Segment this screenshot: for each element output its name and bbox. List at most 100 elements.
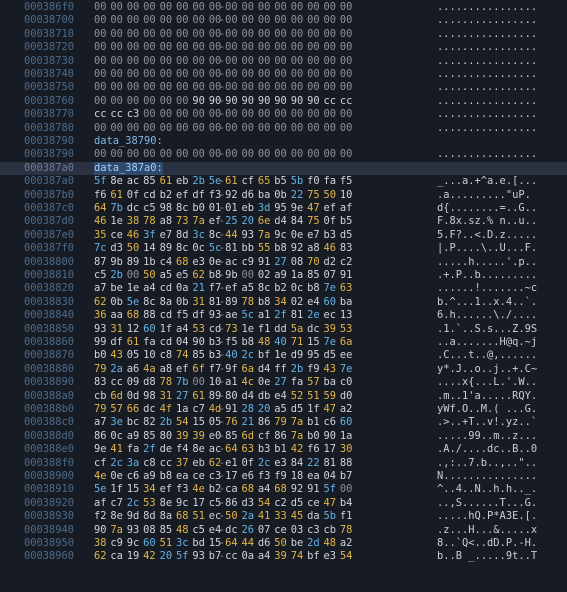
ascii-column: |.P....\..U...F.: [437, 242, 538, 255]
hex-bytes[interactable]: 5e 1f 15 34 ef f3 4e b2- ca 68 a4 68 92 91 5f 00: [94, 483, 356, 496]
hex-row[interactable]: 00038710 00 00 00 00 00 00 00 00-00 00 00 00 00 00 00 0…: [0, 28, 567, 41]
hex-bytes[interactable]: 5f 8e ac 85 61 eb 2b 5e -61 cf 65 b5 5b f0 fa f5: [94, 175, 356, 188]
hex-bytes[interactable]: 00 00 00 00 00 00 00 00-00 00 00 00 00 00 00 00: [94, 41, 356, 54]
hex-row[interactable]: 00038840 36 aa 68 88 cd f5 df 93- ae 5c a1 2f 81 2e ec 1…: [0, 309, 567, 322]
hex-row[interactable]: 00038890 83 cc 09 d8 78 7b 00 10- a1 4c 0e 27 fa 57 ba c…: [0, 376, 567, 389]
data-label[interactable]: data_38790:: [94, 135, 163, 148]
row-address: 000387f0: [24, 242, 75, 255]
hex-bytes[interactable]: 38 c9 9c 60 51 3c bd 15-64 44 d6 50 be 2d 48 a2: [94, 537, 356, 550]
hex-bytes[interactable]: 87 9b 89 1b c4 68 e3 0e - ac c9 91 27 08 70 d2 c2: [94, 256, 356, 269]
ascii-column: .>..+T..v!.yz..`: [437, 416, 538, 429]
hex-row[interactable]: 000387e0 35 ce 46 3f e7 8d 3c 8c -44 93 7a 9c 0e e7 b3 d…: [0, 229, 567, 242]
hex-row[interactable]: 00038760 00 00 00 00 00 00 90 90-90 90 90 90 90 90 cc c…: [0, 95, 567, 108]
ascii-column: ................: [437, 94, 538, 107]
hex-row[interactable]: 000387f0 7c d3 50 14 89 8c 0c 5c -81 bb 55 b8 92 a8 46 8…: [0, 242, 567, 255]
hex-bytes[interactable]: cc cc c3 00 00 00 00 00-00 00 00 00 00 00 00 00: [94, 108, 356, 121]
row-address: 00038870: [24, 349, 75, 362]
hex-bytes[interactable]: 00 00 00 00 00 00 00 00-00 00 00 00 00 00 00 00: [94, 148, 356, 161]
hex-bytes[interactable]: 93 31 12 60 1f a4 53 cd -73 1e f1 dd 5a dc 39 53: [94, 323, 356, 336]
hex-bytes[interactable]: 46 1e 38 78 a8 73 7a ef -25 20 6e d4 84 75 0f b5: [94, 215, 356, 228]
hex-bytes[interactable]: 90 7a 93 08 85 48 c5 e4- dc 26 07 ce 03 c3 cb 78: [94, 524, 356, 537]
hex-row[interactable]: 00038940 90 7a 93 08 85 48 c5 e4- dc 26 07 ce 03 c3 cb 7…: [0, 524, 567, 537]
row-address: 000387e0: [24, 228, 75, 241]
hex-bytes[interactable]: 00 00 00 00 00 00 00 00-00 00 00 00 00 00 00 00: [94, 68, 356, 81]
hex-row[interactable]: 000388b0 79 57 66 dc 4f 1a c7 4d -91 28 20 a5 d5 1f 47 a…: [0, 403, 567, 416]
hex-bytes[interactable]: 83 cc 09 d8 78 7b 00 10- a1 4c 0e 27 fa 57 ba c0: [94, 376, 356, 389]
hex-row[interactable]: 00038960 62 ca 19 42 20 5f 93 b7- cc 0a a4 39 74 bf e3 5…: [0, 550, 567, 563]
hex-row[interactable]: 00038810 c5 2b 00 50 a5 e5 62 b8-9b 00 02 a9 1a 85 07 9…: [0, 269, 567, 282]
hex-bytes[interactable]: a7 be 1e a4 cd 0a 21 f7- ef a5 8c b2 0c b8 7e 63: [94, 282, 356, 295]
hex-row[interactable]: 000388c0 a7 3e bc 82 2b 54 15 05-76 21 86 79 7a b1 c6 6…: [0, 416, 567, 429]
data-label[interactable]: data_387a0:: [94, 161, 163, 176]
row-address: 00038730: [24, 54, 75, 67]
hex-bytes[interactable]: af c7 2c 53 8e 9c 17 c5-86 d3 54 c2 d5 ce 47 b4: [94, 497, 356, 510]
hex-row[interactable]: 00038920 af c7 2c 53 8e 9c 17 c5-86 d3 54 c2 d5 ce 47 b…: [0, 497, 567, 510]
hex-bytes[interactable]: 00 00 00 00 00 00 00 00-00 00 00 00 00 00 00 00: [94, 14, 356, 27]
hex-bytes[interactable]: f2 8e 9d 8d 8a 68 51 ec -50 2a 41 33 45 da 5b f1: [94, 510, 356, 523]
hex-bytes[interactable]: 36 aa 68 88 cd f5 df 93- ae 5c a1 2f 81 2e ec 13: [94, 309, 356, 322]
hex-row[interactable]: 00038880 79 2a a6 4a a8 ef 6f f7-9f 6a d4 ff 2b f9 43 7…: [0, 363, 567, 376]
row-address: 000388c0: [24, 416, 75, 429]
hex-row[interactable]: 00038900 4e 0e c6 a9 b8 ea ce c3-17 e6 f3 f9 18 ea 04 b…: [0, 470, 567, 483]
hex-row[interactable]: 000386f0 00 00 00 00 00 00 00 00-00 00 00 00 00 00 00 0…: [0, 1, 567, 14]
hex-row[interactable]: 00038860 99 df 61 fa cd 04 90 b3- f5 b8 48 40 71 15 7e 6…: [0, 336, 567, 349]
row-address: 00038810: [24, 269, 75, 281]
hex-row[interactable]: 000388a0 cb 6d 0d 98 31 27 61 89-80 d4 db e4 52 51 59 d…: [0, 390, 567, 403]
label-row[interactable]: 000387a0 data_387a0:: [0, 161, 567, 176]
row-address: 00038790: [24, 135, 75, 147]
hex-row[interactable]: 00038770 cc cc c3 00 00 00 00 00-00 00 00 00 00 00 00 0…: [0, 108, 567, 121]
hex-row[interactable]: 00038800 87 9b 89 1b c4 68 e3 0e - ac c9 91 27 08 70 d2 c…: [0, 256, 567, 269]
hex-row[interactable]: 00038720 00 00 00 00 00 00 00 00-00 00 00 00 00 00 00 0…: [0, 41, 567, 54]
hex-row[interactable]: 00038780 00 00 00 00 00 00 00 00-00 00 00 00 00 00 00 0…: [0, 122, 567, 135]
hex-bytes[interactable]: 00 00 00 00 00 00 00 00-00 00 00 00 00 00 00 00: [94, 81, 356, 94]
hex-row[interactable]: 000387a0 5f 8e ac 85 61 eb 2b 5e -61 cf 65 b5 5b f0 fa f…: [0, 175, 567, 188]
hex-bytes[interactable]: a7 3e bc 82 2b 54 15 05-76 21 86 79 7a b1 c6 60: [94, 416, 356, 429]
hex-bytes[interactable]: 00 00 00 00 00 00 00 00-00 00 00 00 00 00 00 00: [94, 28, 356, 41]
hex-bytes[interactable]: 79 57 66 dc 4f 1a c7 4d -91 28 20 a5 d5 1f 47 a2: [94, 403, 356, 416]
hex-row[interactable]: 00038790 00 00 00 00 00 00 00 00-00 00 00 00 00 00 00 0…: [0, 148, 567, 161]
hex-bytes[interactable]: 00 00 00 00 00 00 00 00-00 00 00 00 00 00 00 00: [94, 55, 356, 68]
hex-bytes[interactable]: 00 00 00 00 00 00 00 00-00 00 00 00 00 00 00 00: [94, 122, 356, 135]
row-address: 00038780: [24, 121, 75, 134]
hex-bytes[interactable]: cf 2c 3a c8 cc 37 eb 62- e1 0f 2c e3 84 22 81 88: [94, 457, 356, 470]
label-row[interactable]: 00038790 data_38790:: [0, 135, 567, 148]
hex-row[interactable]: 00038740 00 00 00 00 00 00 00 00-00 00 00 00 00 00 00 0…: [0, 68, 567, 81]
hex-row[interactable]: 000388e0 9e 41 fa 2f de f4 8e ac -64 63 b3 b1 42 f6 17 3…: [0, 443, 567, 456]
hex-view[interactable]: 000386f0 00 00 00 00 00 00 00 00-00 00 00 00 00 00 00 0…: [0, 0, 567, 592]
hex-row[interactable]: 00038820 a7 be 1e a4 cd 0a 21 f7- ef a5 8c b2 0c b8 7e 6…: [0, 282, 567, 295]
hex-bytes[interactable]: c5 2b 00 50 a5 e5 62 b8-9b 00 02 a9 1a 85 07 91: [94, 269, 356, 282]
hex-bytes[interactable]: 9e 41 fa 2f de f4 8e ac -64 63 b3 b1 42 f6 17 30: [94, 443, 356, 456]
row-address: 00038890: [24, 376, 75, 389]
hex-bytes[interactable]: 4e 0e c6 a9 b8 ea ce c3-17 e6 f3 f9 18 ea 04 b7: [94, 470, 356, 483]
hex-row[interactable]: 000388f0 cf 2c 3a c8 cc 37 eb 62- e1 0f 2c e3 84 22 81 8…: [0, 457, 567, 470]
hex-row[interactable]: 000387b0 f6 61 0f cd b2 ef df f3-92 d6 ba 0b 22 75 50 1…: [0, 189, 567, 202]
hex-row[interactable]: 00038730 00 00 00 00 00 00 00 00-00 00 00 00 00 00 00 0…: [0, 55, 567, 68]
hex-row[interactable]: 00038870 b0 43 05 10 c8 74 85 b3-40 2c bf 1e d9 95 d5 e…: [0, 349, 567, 362]
hex-row[interactable]: 00038950 38 c9 9c 60 51 3c bd 15-64 44 d6 50 be 2d 48 a…: [0, 537, 567, 550]
hex-row[interactable]: 000387d0 46 1e 38 78 a8 73 7a ef -25 20 6e d4 84 75 0f b…: [0, 215, 567, 228]
hex-row[interactable]: 00038700 00 00 00 00 00 00 00 00-00 00 00 00 00 00 00 0…: [0, 14, 567, 27]
hex-bytes[interactable]: 64 7b dc c5 98 8c b0 01-01 eb 3d 95 9e 47 ef af: [94, 202, 356, 215]
hex-bytes[interactable]: b0 43 05 10 c8 74 85 b3-40 2c bf 1e d9 95 d5 ee: [94, 349, 356, 362]
hex-row[interactable]: 00038850 93 31 12 60 1f a4 53 cd -73 1e f1 dd 5a dc 39 5…: [0, 323, 567, 336]
hex-bytes[interactable]: f6 61 0f cd b2 ef df f3-92 d6 ba 0b 22 75 50 10: [94, 189, 356, 202]
hex-row[interactable]: 000387c0 64 7b dc c5 98 8c b0 01-01 eb 3d 95 9e 47 ef a…: [0, 202, 567, 215]
hex-bytes[interactable]: 00 00 00 00 00 00 90 90-90 90 90 90 90 90 cc cc: [94, 95, 356, 108]
hex-row[interactable]: 000388d0 86 0c a9 85 80 39 39 e0-85 6d cf 86 7a b0 90 1…: [0, 430, 567, 443]
ascii-column: .,:..7.b..,.."..: [437, 456, 538, 469]
hex-bytes[interactable]: cb 6d 0d 98 31 27 61 89-80 d4 db e4 52 51 59 d0: [94, 390, 356, 403]
hex-bytes[interactable]: 7c d3 50 14 89 8c 0c 5c -81 bb 55 b8 92 a8 46 83: [94, 242, 356, 255]
hex-row[interactable]: 00038910 5e 1f 15 34 ef f3 4e b2- ca 68 a4 68 92 91 5f 0…: [0, 483, 567, 496]
ascii-column: F.8x.sz.% n..u..: [437, 215, 538, 228]
hex-bytes[interactable]: 62 ca 19 42 20 5f 93 b7- cc 0a a4 39 74 bf e3 54: [94, 550, 356, 563]
hex-bytes[interactable]: 00 00 00 00 00 00 00 00-00 00 00 00 00 00 00 00: [94, 1, 356, 14]
hex-bytes[interactable]: 79 2a a6 4a a8 ef 6f f7-9f 6a d4 ff 2b f9 43 7e: [94, 363, 356, 376]
hex-bytes[interactable]: 35 ce 46 3f e7 8d 3c 8c -44 93 7a 9c 0e e7 b3 d5: [94, 229, 356, 242]
row-address: 00038940: [24, 523, 75, 536]
hex-row[interactable]: 00038930 f2 8e 9d 8d 8a 68 51 ec -50 2a 41 33 45 da 5b f…: [0, 510, 567, 523]
hex-row[interactable]: 00038830 62 0b 5e 8c 8a 0b 31 81-89 78 b8 34 02 e4 60 b…: [0, 296, 567, 309]
hex-bytes[interactable]: 99 df 61 fa cd 04 90 b3- f5 b8 48 40 71 15 7e 6a: [94, 336, 356, 349]
hex-row[interactable]: 00038750 00 00 00 00 00 00 00 00-00 00 00 00 00 00 00 0…: [0, 81, 567, 94]
hex-bytes[interactable]: 86 0c a9 85 80 39 39 e0-85 6d cf 86 7a b0 90 1a: [94, 430, 356, 443]
hex-bytes[interactable]: 62 0b 5e 8c 8a 0b 31 81-89 78 b8 34 02 e4 60 ba: [94, 296, 356, 309]
